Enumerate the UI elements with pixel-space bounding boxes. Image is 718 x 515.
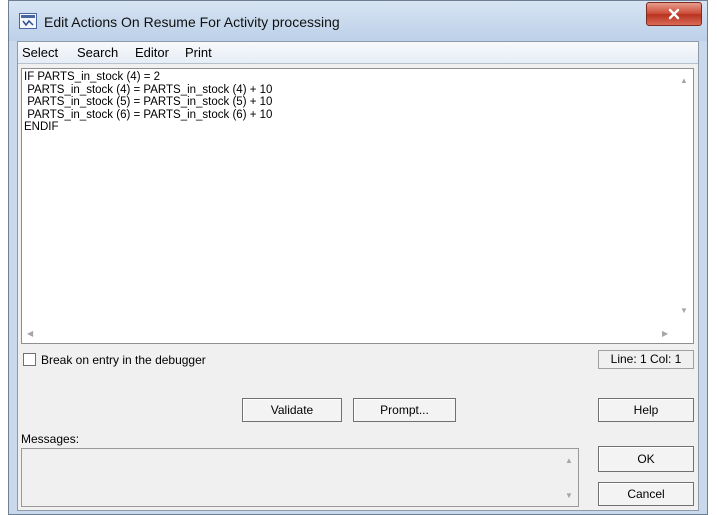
window-title: Edit Actions On Resume For Activity proc… [44,14,340,30]
scroll-up-icon[interactable]: ▲ [565,457,573,465]
help-button[interactable]: Help [598,398,694,422]
dialog-client-area: Select Search Editor Print IF PARTS_in_s… [17,41,699,511]
close-icon [668,8,680,20]
app-icon[interactable] [19,13,37,29]
close-button[interactable] [646,2,702,26]
messages-scrollbar[interactable]: ▲ ▼ [560,449,578,506]
validate-button[interactable]: Validate [242,398,342,422]
title-bar[interactable]: Edit Actions On Resume For Activity proc… [9,1,707,41]
messages-box[interactable]: ▲ ▼ [21,448,579,507]
code-text[interactable]: IF PARTS_in_stock (4) = 2 PARTS_in_stock… [24,71,272,134]
scroll-right-icon[interactable]: ▶ [662,330,668,338]
scroll-down-icon[interactable]: ▼ [565,492,573,500]
menu-editor[interactable]: Editor [135,45,169,60]
break-on-entry-checkbox[interactable] [23,353,36,366]
scroll-down-icon[interactable]: ▼ [680,307,688,315]
prompt-button[interactable]: Prompt... [353,398,456,422]
menu-print[interactable]: Print [185,45,212,60]
dialog-window: Edit Actions On Resume For Activity proc… [8,0,708,515]
cancel-button[interactable]: Cancel [598,482,694,506]
line-col-indicator: Line: 1 Col: 1 [598,350,694,369]
ok-button[interactable]: OK [598,446,694,472]
horizontal-scrollbar[interactable]: ◀ ▶ [22,325,675,343]
menu-search[interactable]: Search [77,45,118,60]
menu-bar: Select Search Editor Print [18,42,698,64]
scroll-up-icon[interactable]: ▲ [680,77,688,85]
code-editor[interactable]: IF PARTS_in_stock (4) = 2 PARTS_in_stock… [21,68,694,344]
scroll-left-icon[interactable]: ◀ [27,330,33,338]
messages-label: Messages: [21,432,80,446]
vertical-scrollbar[interactable]: ▲ ▼ [675,69,693,321]
break-on-entry-label: Break on entry in the debugger [41,353,206,367]
menu-select[interactable]: Select [22,45,58,60]
